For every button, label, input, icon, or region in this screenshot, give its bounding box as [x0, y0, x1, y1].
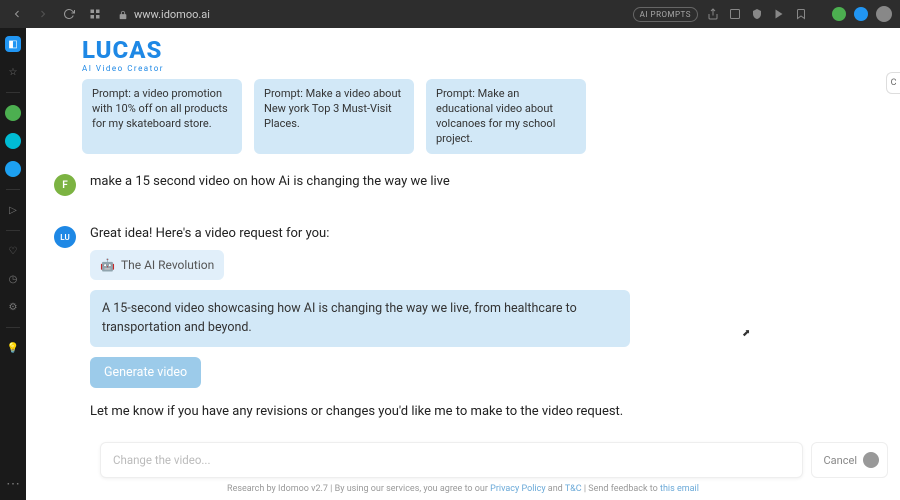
extension-icon[interactable]	[728, 7, 742, 21]
privacy-link[interactable]: Privacy Policy	[490, 484, 545, 494]
logo-sub: AI Video Creator	[82, 64, 900, 73]
bot-outro: Let me know if you have any revisions or…	[90, 402, 844, 422]
bookmark-icon[interactable]	[794, 7, 808, 21]
tnc-link[interactable]: T&C	[565, 484, 582, 494]
video-title: The AI Revolution	[121, 256, 214, 274]
nav-apps[interactable]	[86, 5, 104, 23]
profile-avatar[interactable]	[876, 6, 892, 22]
suggestion-chip[interactable]: Prompt: a video promotion with 10% off o…	[82, 79, 242, 154]
legal-footer: Research by Idomoo v2.7 | By using our s…	[26, 484, 900, 494]
loading-spinner-icon	[863, 452, 879, 468]
address-bar[interactable]: www.idomoo.ai	[118, 5, 210, 24]
logo-text: LUCAS	[82, 38, 900, 62]
user-avatar: F	[54, 174, 76, 196]
rail-more[interactable]: ⋯	[6, 476, 20, 492]
play-icon[interactable]	[772, 7, 786, 21]
app-area: LUCAS AI Video Creator Prompt: a video p…	[26, 28, 900, 500]
user-message-row: F make a 15 second video on how Ai is ch…	[26, 168, 900, 208]
rail-play[interactable]: ▷	[5, 202, 21, 218]
bot-intro: Great idea! Here's a video request for y…	[90, 224, 844, 244]
rail-home[interactable]: ◧	[5, 36, 21, 52]
cancel-button[interactable]: Cancel	[811, 442, 888, 478]
feedback-link[interactable]: this email	[660, 484, 699, 494]
lock-icon	[118, 5, 128, 24]
logo: LUCAS AI Video Creator	[26, 28, 900, 79]
suggestion-chip[interactable]: Prompt: Make an educational video about …	[426, 79, 586, 154]
bot-avatar: LU	[54, 226, 76, 248]
rail-sep	[6, 92, 20, 93]
composer: Cancel	[100, 442, 888, 478]
suggestion-chip[interactable]: Prompt: Make a video about New york Top …	[254, 79, 414, 154]
suggestion-chips: Prompt: a video promotion with 10% off o…	[26, 79, 900, 168]
rail-sep-3	[6, 230, 20, 231]
status-dot-blue[interactable]	[854, 7, 868, 21]
rail-gear[interactable]: ⚙	[5, 299, 21, 315]
nav-forward	[34, 5, 52, 23]
rail-clock[interactable]: ◷	[5, 271, 21, 287]
user-message: make a 15 second video on how Ai is chan…	[90, 172, 844, 192]
browser-bar: www.idomoo.ai AI PROMPTS	[0, 0, 900, 28]
url-text: www.idomoo.ai	[134, 8, 210, 21]
nav-back[interactable]	[8, 5, 26, 23]
bot-message-row: LU Great idea! Here's a video request fo…	[26, 208, 900, 434]
video-description: A 15-second video showcasing how AI is c…	[90, 290, 630, 348]
collapsed-chip[interactable]: C	[886, 72, 900, 94]
rail-heart[interactable]: ♡	[5, 243, 21, 259]
nav-reload[interactable]	[60, 5, 78, 23]
input-wrap[interactable]	[100, 442, 803, 478]
cancel-label: Cancel	[824, 454, 857, 467]
rail-bulb[interactable]: 💡	[5, 340, 21, 356]
rail-sep-4	[6, 327, 20, 328]
prompt-input[interactable]	[113, 453, 790, 467]
rail-green[interactable]	[5, 105, 21, 121]
status-dot-green[interactable]	[832, 7, 846, 21]
rail-teal[interactable]	[5, 133, 21, 149]
video-title-pill[interactable]: 🤖 The AI Revolution	[90, 250, 224, 280]
rail-star[interactable]: ☆	[5, 64, 21, 80]
robot-icon: 🤖	[100, 256, 115, 274]
shield-icon[interactable]	[750, 7, 764, 21]
share-icon[interactable]	[706, 7, 720, 21]
rail-twitter[interactable]	[5, 161, 21, 177]
rail-sep-2	[6, 189, 20, 190]
generate-button[interactable]: Generate video	[90, 357, 201, 388]
left-rail: ◧ ☆ ▷ ♡ ◷ ⚙ 💡 ⋯	[0, 28, 26, 500]
ai-prompts-pill[interactable]: AI PROMPTS	[633, 7, 698, 22]
bot-message: Great idea! Here's a video request for y…	[90, 224, 844, 422]
